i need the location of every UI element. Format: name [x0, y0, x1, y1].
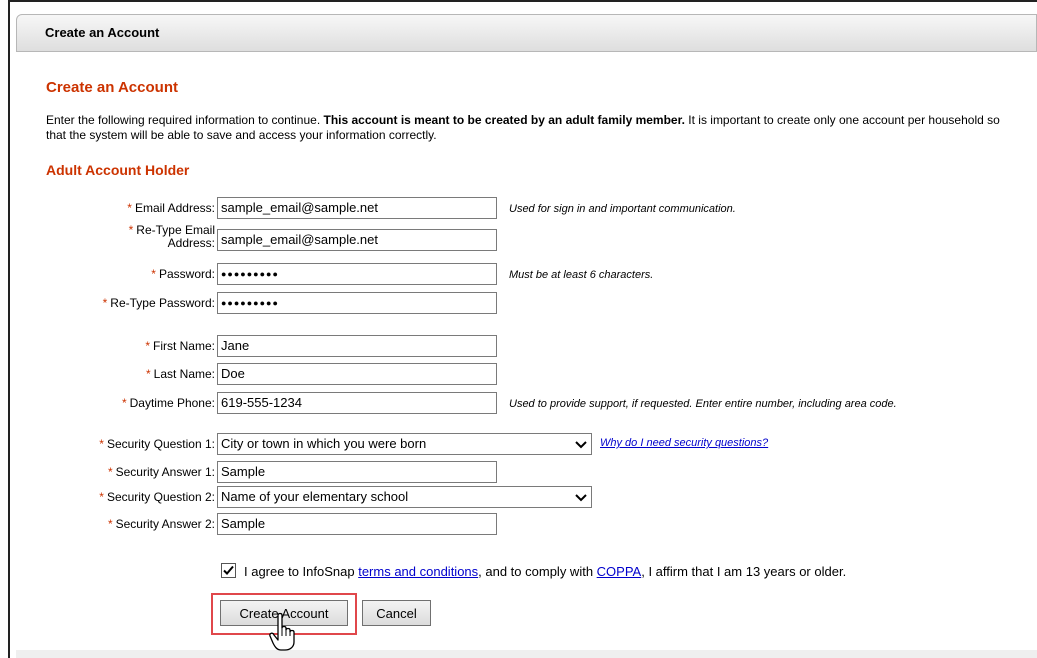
security-question-1-select[interactable]: City or town in which you were born: [217, 433, 592, 455]
agreement-text-2: , and to comply with: [478, 564, 597, 579]
required-marker: *: [121, 396, 127, 410]
security-answer-2-label-text: Security Answer 2:: [115, 517, 215, 531]
required-marker: *: [145, 339, 150, 353]
security-question-2-label: * Security Question 2:: [99, 490, 215, 504]
security-answer-1-label-text: Security Answer 1:: [115, 465, 215, 479]
header-title: Create an Account: [45, 25, 160, 40]
retype-email-label: * Re-Type Email Address:: [129, 224, 215, 250]
password-label: * Password:: [151, 267, 215, 281]
coppa-link[interactable]: COPPA: [597, 564, 642, 579]
required-marker: *: [127, 201, 132, 215]
phone-hint: Used to provide support, if requested. E…: [509, 398, 897, 410]
email-label-text: Email Address:: [134, 201, 215, 215]
agree-checkbox[interactable]: [221, 563, 236, 578]
retype-password-label-text: Re-Type Password:: [110, 296, 215, 310]
bottom-bar: [16, 650, 1037, 658]
password-hint: Must be at least 6 characters.: [509, 269, 654, 281]
last-name-label-text: Last Name:: [153, 367, 215, 381]
security-question-1-label-text: Security Question 1:: [106, 437, 215, 451]
security-answer-1-field[interactable]: Sample: [217, 461, 497, 483]
retype-email-label-line2: Address:: [167, 236, 215, 250]
phone-label-text: Daytime Phone:: [129, 396, 215, 410]
security-question-2-value: Name of your elementary school: [221, 489, 409, 504]
security-questions-help-link[interactable]: Why do I need security questions?: [600, 437, 768, 449]
hand-pointer-icon: [269, 612, 295, 651]
first-name-field[interactable]: Jane: [217, 335, 497, 357]
agreement-row: I agree to InfoSnap terms and conditions…: [221, 563, 846, 579]
intro-text-before: Enter the following required information…: [46, 113, 324, 127]
header-bar: Create an Account: [16, 14, 1037, 52]
page-title: Create an Account: [46, 79, 178, 96]
required-marker: *: [102, 296, 108, 310]
required-marker: *: [99, 437, 104, 451]
last-name-label: * Last Name:: [146, 367, 215, 381]
security-question-1-value: City or town in which you were born: [221, 436, 427, 451]
email-field[interactable]: sample_email@sample.net: [217, 197, 497, 219]
retype-password-field[interactable]: ●●●●●●●●●: [217, 292, 497, 314]
email-label: * Email Address:: [127, 201, 215, 215]
subsection-title: Adult Account Holder: [46, 162, 190, 178]
chevron-down-icon: [575, 441, 587, 449]
retype-password-label: * Re-Type Password:: [103, 296, 215, 310]
security-question-2-label-text: Security Question 2:: [106, 490, 215, 504]
first-name-label-text: First Name:: [152, 339, 215, 353]
security-question-2-select[interactable]: Name of your elementary school: [217, 486, 592, 508]
retype-email-field[interactable]: sample_email@sample.net: [217, 229, 497, 251]
terms-link[interactable]: terms and conditions: [358, 564, 478, 579]
retype-email-label-line1: Re-Type Email: [136, 223, 215, 237]
agreement-text-3: , I affirm that I am 13 years or older.: [641, 564, 847, 579]
page-frame: [8, 0, 1037, 658]
required-marker: *: [99, 490, 104, 504]
email-hint: Used for sign in and important communica…: [509, 203, 736, 215]
security-question-1-label: * Security Question 1:: [99, 437, 215, 451]
intro-text: Enter the following required information…: [46, 113, 1016, 143]
security-answer-2-field[interactable]: Sample: [217, 513, 497, 535]
chevron-down-icon: [575, 494, 587, 502]
agreement-text-1: I agree to InfoSnap: [244, 564, 359, 579]
required-marker: *: [107, 465, 113, 479]
security-answer-1-label: * Security Answer 1:: [108, 465, 215, 479]
required-marker: *: [151, 267, 156, 281]
checkmark-icon: [223, 565, 234, 575]
intro-bold-text: This account is meant to be created by a…: [323, 113, 685, 127]
phone-field[interactable]: 619-555-1234: [217, 392, 497, 414]
password-field[interactable]: ●●●●●●●●●: [217, 263, 497, 285]
password-label-text: Password:: [158, 267, 215, 281]
required-marker: *: [145, 367, 151, 381]
first-name-label: * First Name:: [145, 339, 215, 353]
cancel-button[interactable]: Cancel: [362, 600, 431, 626]
required-marker: *: [107, 517, 113, 531]
phone-label: * Daytime Phone:: [122, 396, 215, 410]
last-name-field[interactable]: Doe: [217, 363, 497, 385]
security-answer-2-label: * Security Answer 2:: [108, 517, 215, 531]
required-marker: *: [128, 223, 134, 237]
